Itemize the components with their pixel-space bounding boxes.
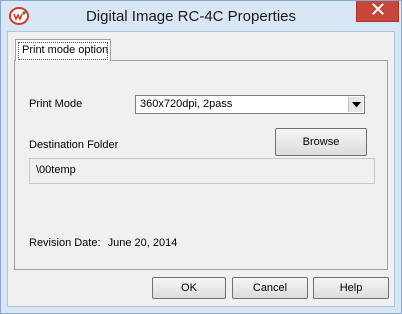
tab-label: Print mode option bbox=[22, 44, 109, 56]
cancel-button[interactable]: Cancel bbox=[232, 277, 308, 299]
properties-dialog: Digital Image RC-4C Properties Print mod… bbox=[0, 0, 402, 314]
chevron-down-icon[interactable] bbox=[348, 97, 363, 112]
tab-panel: Print Mode 360x720dpi, 2pass Destination… bbox=[14, 60, 388, 270]
browse-button[interactable]: Browse bbox=[275, 128, 367, 156]
destination-folder-field: \00temp bbox=[29, 158, 375, 184]
print-mode-label: Print Mode bbox=[29, 98, 83, 110]
revision-date-value: June 20, 2014 bbox=[107, 237, 178, 249]
destination-folder-label: Destination Folder bbox=[29, 139, 119, 151]
tab-print-mode-option[interactable]: Print mode option bbox=[15, 39, 111, 61]
print-mode-select[interactable]: 360x720dpi, 2pass bbox=[135, 95, 365, 114]
close-button[interactable] bbox=[356, 1, 399, 22]
app-logo-icon bbox=[9, 7, 29, 25]
dialog-body: Print mode option Print Mode 360x720dpi,… bbox=[7, 31, 395, 307]
print-mode-value: 360x720dpi, 2pass bbox=[140, 98, 233, 110]
window-title: Digital Image RC-4C Properties bbox=[85, 8, 297, 25]
title-bar[interactable]: Digital Image RC-4C Properties bbox=[1, 1, 401, 31]
help-button[interactable]: Help bbox=[313, 277, 389, 299]
ok-button[interactable]: OK bbox=[152, 277, 226, 299]
revision-date-label: Revision Date: June 20, 2014 bbox=[29, 237, 177, 249]
revision-label-text: Revision Date: bbox=[29, 237, 101, 249]
close-icon bbox=[371, 2, 384, 20]
